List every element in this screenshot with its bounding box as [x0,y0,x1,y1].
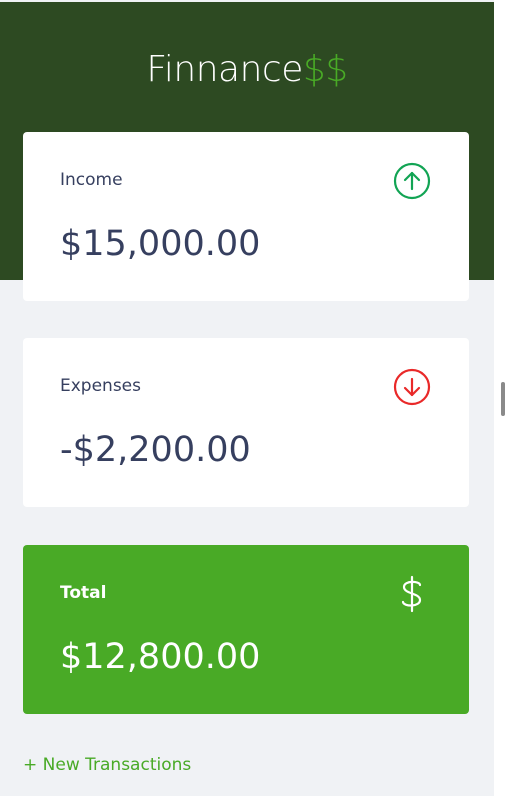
expenses-label: Expenses [60,376,141,396]
logo-text: Finnance [146,49,303,90]
income-card: Income $15,000.00 [23,132,469,301]
dollar-icon [393,575,431,613]
total-amount: $12,800.00 [60,637,261,677]
logo-accent: $$ [302,49,348,90]
new-transaction-link[interactable]: + New Transactions [23,753,191,777]
arrow-down-circle-icon [393,368,431,406]
total-card: Total $12,800.00 [23,545,469,714]
expenses-amount: -$2,200.00 [60,430,251,470]
income-label: Income [60,170,123,190]
income-amount: $15,000.00 [60,224,261,264]
expenses-card: Expenses -$2,200.00 [23,338,469,507]
arrow-up-circle-icon [393,162,431,200]
total-label: Total [60,583,107,603]
app-logo: Finnance$$ [0,48,494,92]
page-viewport: Finnance$$ Income $15,000.00 Expenses -$… [0,0,494,796]
scrollbar-thumb[interactable] [501,382,505,416]
